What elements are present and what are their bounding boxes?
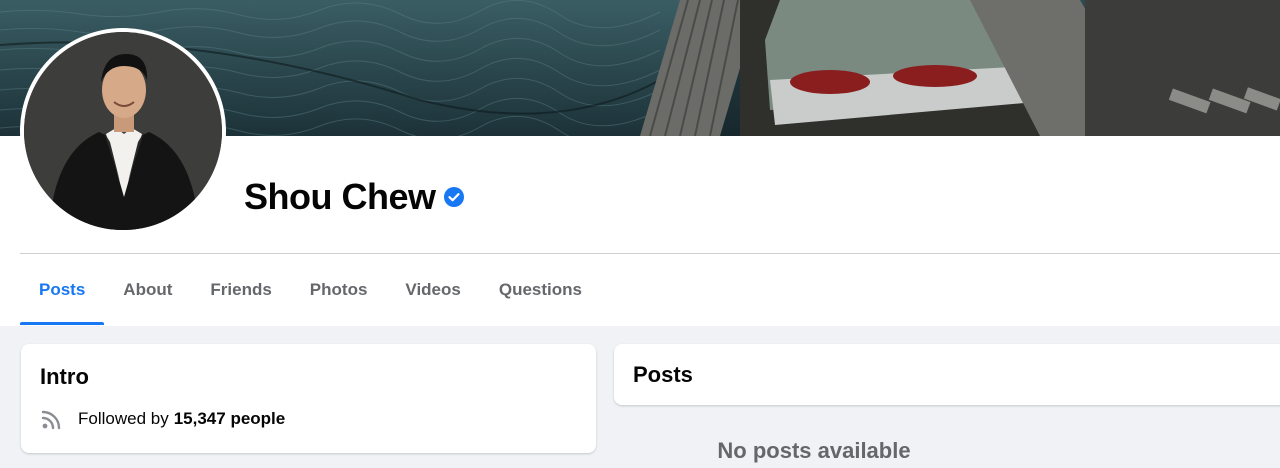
intro-card: Intro Followed by 15,347 people — [21, 344, 596, 453]
followers-row: Followed by 15,347 people — [40, 407, 285, 431]
followed-by-label: Followed by — [78, 409, 169, 428]
intro-title: Intro — [40, 364, 89, 389]
rss-icon — [40, 407, 64, 431]
tab-videos[interactable]: Videos — [386, 254, 479, 325]
profile-name: Shou Chew — [244, 176, 436, 217]
posts-card: Posts — [614, 344, 1280, 405]
no-posts-message: No posts available — [717, 438, 911, 463]
profile-tabs: Posts About Friends Photos Videos Questi… — [20, 254, 601, 325]
followers-count[interactable]: 15,347 people — [174, 409, 286, 429]
tab-friends[interactable]: Friends — [191, 254, 290, 325]
verified-badge-icon[interactable] — [443, 187, 464, 207]
tab-questions[interactable]: Questions — [480, 254, 601, 325]
avatar-photo — [24, 32, 222, 230]
person-portrait-image — [24, 32, 222, 230]
tab-posts[interactable]: Posts — [20, 254, 105, 325]
profile-name-row: Shou Chew — [244, 176, 464, 218]
tab-photos[interactable]: Photos — [291, 254, 387, 325]
profile-avatar[interactable] — [20, 28, 226, 234]
posts-title: Posts — [633, 362, 693, 387]
tab-about[interactable]: About — [104, 254, 191, 325]
